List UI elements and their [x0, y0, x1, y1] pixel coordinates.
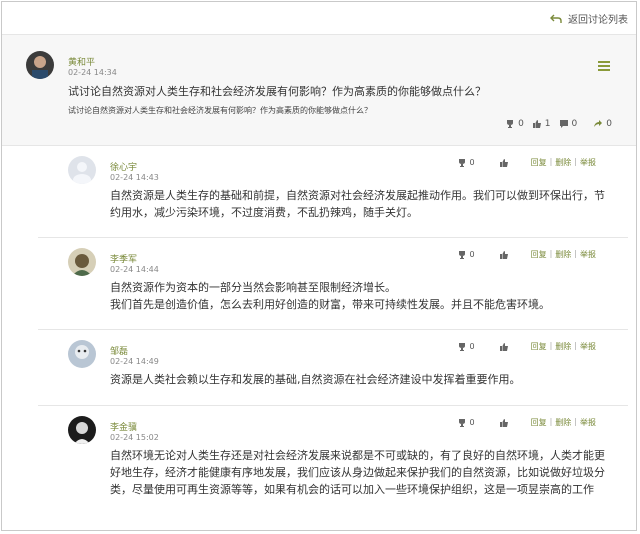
delete-button[interactable]: 删除 — [555, 341, 571, 352]
trophy-icon — [458, 342, 465, 351]
avatar-image — [26, 51, 54, 79]
thumbs-up-icon[interactable] — [499, 418, 509, 428]
report-button[interactable]: 举报 — [580, 249, 596, 260]
avatar — [68, 248, 96, 276]
thumbs-up-icon — [532, 120, 541, 128]
reply-button[interactable]: 回复 — [531, 341, 547, 352]
main-post: 黄和平 02-24 14:34 试讨论自然资源对人类生存和社会经济发展有何影响？… — [2, 35, 636, 146]
thumbs-up-icon[interactable] — [499, 342, 509, 352]
reply-author[interactable]: 李金骥 — [110, 420, 137, 433]
reply-text: 资源是人类社会赖以生存和发展的基础,自然资源在社会经济建设中发挥着重要作用。 — [110, 373, 521, 386]
reply-time: 02-24 15:02 — [110, 433, 159, 442]
reply-text: 自然环境无论对人类生存还是对社会经济发展来说都是不可或缺的，有了良好的自然环境，… — [110, 449, 605, 496]
reply-button[interactable]: 回复 — [531, 417, 547, 428]
back-link-label: 返回讨论列表 — [568, 15, 628, 26]
delete-button[interactable]: 删除 — [555, 249, 571, 260]
reply-time: 02-24 14:44 — [110, 265, 159, 274]
report-button[interactable]: 举报 — [580, 417, 596, 428]
avatar — [68, 340, 96, 368]
reply-author[interactable]: 邹磊 — [110, 344, 128, 357]
reply-actions: 0 回复 | 删除 | 举报 — [457, 341, 596, 352]
reply-text: 自然资源作为资本的一部分当然会影响甚至限制经济增长。 我们首先是创造价值，怎么去… — [110, 281, 550, 311]
reply-author[interactable]: 徐心宇 — [110, 160, 137, 173]
trophy-icon — [458, 250, 465, 259]
post-author[interactable]: 黄和平 — [68, 55, 95, 68]
post-actions: 0 1 0 0 — [505, 119, 612, 129]
avatar-image — [68, 156, 96, 184]
back-to-list-link[interactable]: 返回讨论列表 — [550, 11, 628, 26]
post-comment-button[interactable]: 0 — [559, 119, 578, 129]
avatar — [68, 416, 96, 444]
comment-icon — [559, 120, 568, 128]
reply-like-count: 0 — [469, 342, 475, 351]
reply-like-button[interactable]: 0 — [457, 342, 475, 352]
trophy-icon — [458, 418, 465, 427]
report-button[interactable]: 举报 — [580, 157, 596, 168]
reply-like-button[interactable]: 0 — [457, 250, 475, 260]
avatar-image — [68, 340, 96, 368]
reply-like-count: 0 — [469, 158, 475, 167]
thumbs-up-icon[interactable] — [499, 158, 509, 168]
reply-like-count: 0 — [469, 418, 475, 427]
post-like-count: 0 — [518, 119, 524, 129]
topbar: 返回讨论列表 — [2, 2, 636, 35]
share-icon — [594, 120, 603, 127]
post-body: 试讨论自然资源对人类生存和社会经济发展有何影响？作为高素质的你能够做点什么？ — [68, 106, 372, 115]
discussion-panel: 返回讨论列表 黄和平 02-24 14:34 试讨论自然资源对人类生存和社会经济… — [1, 1, 637, 531]
reply-item: 徐心宇 02-24 14:43 自然资源是人类生存的基础和前提，自然资源对社会经… — [38, 145, 628, 238]
reply-item: 李季军 02-24 14:44 自然资源作为资本的一部分当然会影响甚至限制经济增… — [38, 237, 628, 330]
avatar-image — [68, 416, 96, 444]
post-comment-count: 0 — [571, 119, 578, 129]
post-title: 试讨论自然资源对人类生存和社会经济发展有何影响？作为高素质的你能够做点什么？ — [68, 85, 486, 98]
reply-actions: 0 回复 | 删除 | 举报 — [457, 157, 596, 168]
post-share-button[interactable]: 0 — [593, 119, 612, 129]
reply-time: 02-24 14:49 — [110, 357, 159, 366]
avatar — [26, 51, 54, 79]
reply-like-count: 0 — [469, 250, 475, 259]
reply-time: 02-24 14:43 — [110, 173, 159, 182]
menu-icon[interactable] — [598, 61, 610, 71]
trophy-icon — [458, 158, 465, 167]
reply-button[interactable]: 回复 — [531, 249, 547, 260]
delete-button[interactable]: 删除 — [555, 157, 571, 168]
post-share-count: 0 — [606, 119, 612, 129]
post-time: 02-24 14:34 — [68, 68, 117, 77]
reply-item: 李金骥 02-24 15:02 自然环境无论对人类生存还是对社会经济发展来说都是… — [38, 405, 628, 530]
avatar-image — [68, 248, 96, 276]
report-button[interactable]: 举报 — [580, 341, 596, 352]
reply-actions: 0 回复 | 删除 | 举报 — [457, 417, 596, 428]
post-like-button[interactable]: 0 — [505, 119, 524, 129]
post-thumbs-button[interactable]: 1 — [532, 119, 551, 129]
trophy-icon — [507, 120, 514, 128]
back-arrow-icon — [550, 14, 562, 23]
delete-button[interactable]: 删除 — [555, 417, 571, 428]
post-thumbs-count: 1 — [544, 119, 551, 129]
reply-actions: 0 回复 | 删除 | 举报 — [457, 249, 596, 260]
avatar — [68, 156, 96, 184]
reply-author[interactable]: 李季军 — [110, 252, 137, 265]
reply-item: 邹磊 02-24 14:49 资源是人类社会赖以生存和发展的基础,自然资源在社会… — [38, 329, 628, 406]
reply-text: 自然资源是人类生存的基础和前提，自然资源对社会经济发展起推动作用。我们可以做到环… — [110, 189, 605, 219]
reply-like-button[interactable]: 0 — [457, 418, 475, 428]
reply-like-button[interactable]: 0 — [457, 158, 475, 168]
reply-button[interactable]: 回复 — [531, 157, 547, 168]
thumbs-up-icon[interactable] — [499, 250, 509, 260]
